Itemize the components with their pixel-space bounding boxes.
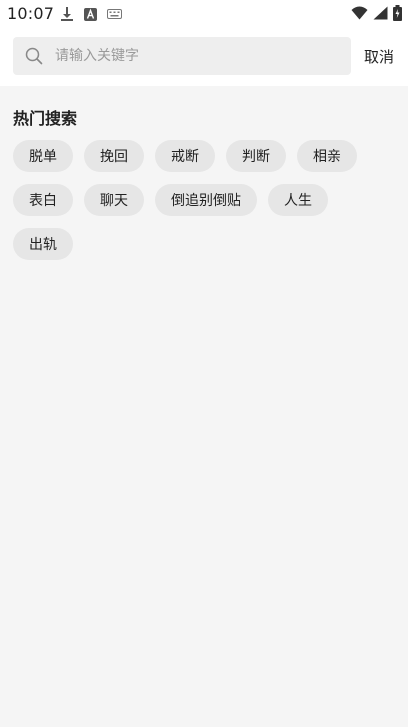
hot-search-tag[interactable]: 倒追别倒贴 xyxy=(155,184,257,216)
hot-search-tags: 脱单 挽回 戒断 判断 相亲 表白 聊天 倒追别倒贴 人生 出轨 xyxy=(13,140,395,260)
signal-icon xyxy=(373,6,388,20)
tag-row: 出轨 xyxy=(13,228,395,260)
keyboard-icon xyxy=(107,9,122,19)
search-box[interactable] xyxy=(13,37,351,75)
tag-row: 表白 聊天 倒追别倒贴 人生 xyxy=(13,184,395,216)
hot-search-tag[interactable]: 相亲 xyxy=(297,140,357,172)
status-bar: 10:07 xyxy=(0,0,408,28)
hot-search-tag[interactable]: 人生 xyxy=(268,184,328,216)
hot-search-tag[interactable]: 挽回 xyxy=(84,140,144,172)
hot-search-tag[interactable]: 戒断 xyxy=(155,140,215,172)
hot-search-tag[interactable]: 脱单 xyxy=(13,140,73,172)
tag-row: 脱单 挽回 戒断 判断 相亲 xyxy=(13,140,395,172)
status-time: 10:07 xyxy=(7,4,55,23)
hot-search-tag[interactable]: 判断 xyxy=(226,140,286,172)
status-icons-right xyxy=(351,5,402,21)
hot-search-title: 热门搜索 xyxy=(13,109,78,128)
status-icons-left xyxy=(60,6,122,22)
cancel-button[interactable]: 取消 xyxy=(364,46,394,67)
hot-search-tag[interactable]: 表白 xyxy=(13,184,73,216)
download-icon xyxy=(61,7,73,21)
a-badge-icon xyxy=(84,7,97,21)
search-icon xyxy=(25,47,43,65)
hot-search-tag[interactable]: 聊天 xyxy=(84,184,144,216)
search-header: 取消 xyxy=(0,28,408,86)
hot-search-tag[interactable]: 出轨 xyxy=(13,228,73,260)
search-input[interactable] xyxy=(55,37,345,75)
battery-icon xyxy=(393,5,402,21)
hot-search-section: 热门搜索 脱单 挽回 戒断 判断 相亲 表白 聊天 倒追别倒贴 人生 出轨 xyxy=(13,108,395,272)
wifi-icon xyxy=(351,6,368,20)
